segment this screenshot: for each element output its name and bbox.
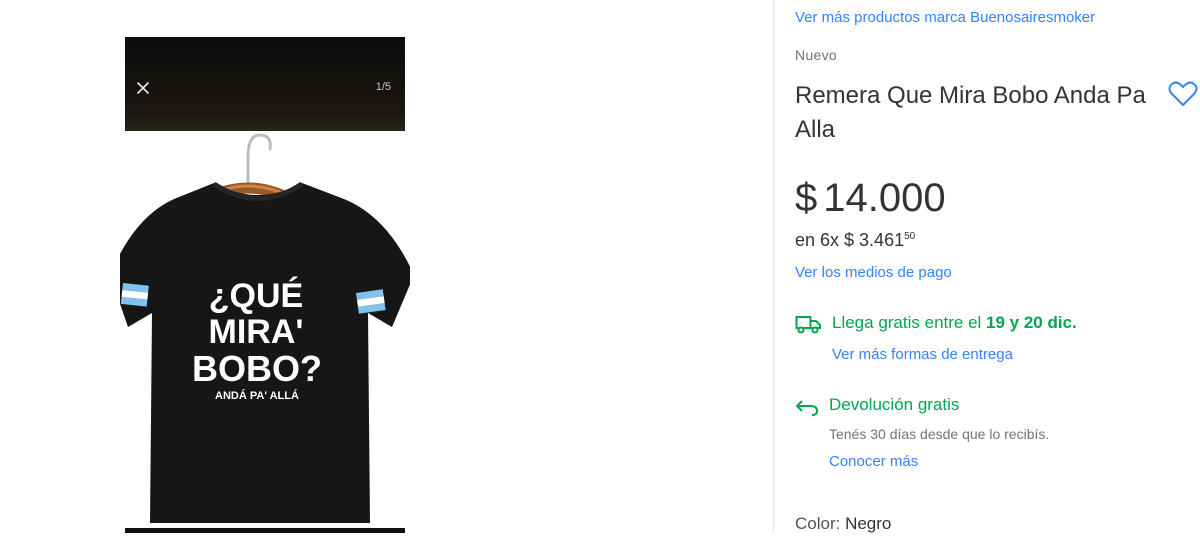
color-value: Negro — [845, 514, 892, 533]
price-currency: $ — [795, 176, 818, 220]
column-divider — [773, 0, 774, 533]
delivery-options-link[interactable]: Ver más formas de entrega — [832, 346, 1013, 363]
product-image[interactable]: ¿QUÉ MIRA' BOBO? ANDÁ PA' ALLÁ — [110, 131, 414, 533]
price-amount: 14.000 — [823, 176, 946, 220]
shipping-dates: 19 y 20 dic. — [986, 313, 1077, 332]
heart-icon[interactable] — [1168, 80, 1198, 108]
payment-methods-link[interactable]: Ver los medios de pago — [795, 264, 952, 281]
shipping-info: Llega gratis entre el 19 y 20 dic. — [832, 313, 1077, 333]
condition-label: Nuevo — [795, 47, 837, 63]
installments: en 6x $ 3.46150 — [795, 230, 915, 251]
image-viewer-header: 1/5 — [125, 37, 405, 131]
color-selector-label: Color: Negro — [795, 514, 891, 534]
returns-title: Devolución gratis — [829, 395, 960, 414]
shipping-text: Llega gratis entre el — [832, 313, 987, 332]
color-label: Color: — [795, 514, 846, 533]
return-icon — [796, 400, 819, 416]
shirt-print-line-2: MIRA' — [209, 313, 304, 351]
shirt-print-line-3: BOBO? — [192, 348, 322, 389]
product-title: Remera Que Mira Bobo Anda Pa Alla — [795, 82, 1146, 143]
installments-text: en 6x $ 3.461 — [795, 230, 905, 250]
returns-subtitle: Tenés 30 días desde que lo recibís. — [829, 426, 1050, 442]
brand-link[interactable]: Ver más productos marca Buenosairesmoker — [795, 9, 1095, 26]
shirt-print-line-1: ¿QUÉ — [209, 277, 303, 315]
price: $14.000 — [795, 176, 946, 221]
close-icon[interactable] — [136, 81, 150, 95]
returns-more-link[interactable]: Conocer más — [829, 453, 918, 470]
image-counter: 1/5 — [375, 81, 391, 93]
image-viewer-footer — [125, 528, 405, 533]
shirt-print-line-4: ANDÁ PA' ALLÁ — [215, 389, 299, 402]
truck-icon — [795, 316, 821, 334]
installments-cents: 50 — [904, 231, 916, 242]
